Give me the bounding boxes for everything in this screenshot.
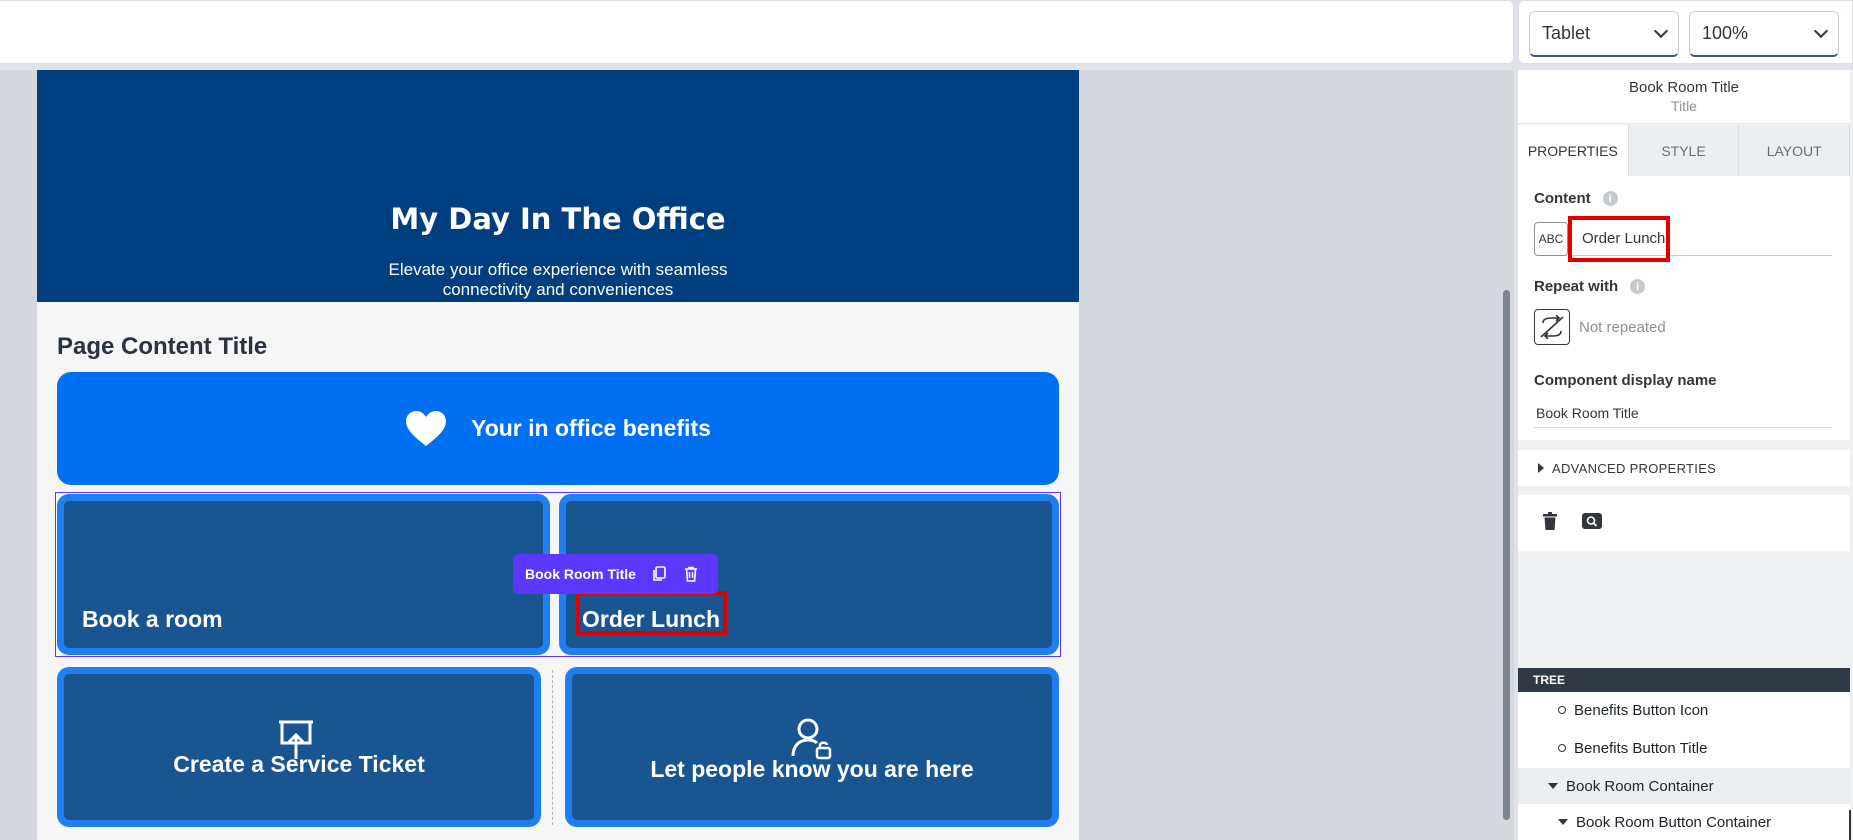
tree-item-label: Benefits Button Title: [1574, 739, 1708, 757]
tab-properties[interactable]: PROPERTIES: [1518, 125, 1629, 176]
info-icon[interactable]: i: [1630, 279, 1646, 294]
hero-title[interactable]: My Day In The Office: [37, 202, 1079, 236]
copy-icon[interactable]: [650, 565, 668, 583]
editor-canvas: My Day In The Office Elevate your office…: [0, 70, 1514, 840]
component-toolbar: Book Room Title: [513, 554, 718, 594]
heart-icon: [406, 410, 447, 446]
page-preview: My Day In The Office Elevate your office…: [37, 70, 1079, 840]
tree-item[interactable]: Book Room Container: [1518, 768, 1850, 804]
device-select[interactable]: Tablet: [1529, 11, 1679, 57]
panel-scrollbar[interactable]: [1849, 810, 1851, 840]
component-toolbar-label: Book Room Title: [525, 566, 636, 582]
chevron-down-icon: [1653, 23, 1669, 39]
tree-item-label: Book Room Button Container: [1576, 813, 1772, 831]
zoom-select-value: 100%: [1702, 23, 1749, 43]
column-divider: [552, 670, 553, 825]
device-select-value: Tablet: [1542, 23, 1591, 43]
info-icon[interactable]: i: [1602, 191, 1618, 206]
benefits-button[interactable]: Your in office benefits: [57, 372, 1059, 485]
text-type-icon: ABC: [1534, 222, 1568, 256]
display-name-input[interactable]: Book Room Title: [1534, 398, 1832, 428]
presence-title[interactable]: Let people know you are here: [572, 756, 1052, 783]
service-ticket-title[interactable]: Create a Service Ticket: [64, 751, 534, 778]
repeat-label-row: Repeat with i: [1534, 278, 1646, 295]
highlight-box: [576, 591, 727, 635]
tree-item-label: Book Room Container: [1566, 777, 1714, 795]
component-tree: Benefits Button Icon Benefits Button Tit…: [1518, 692, 1850, 840]
highlight-box: [1568, 216, 1670, 262]
leaf-node-icon: [1558, 744, 1566, 752]
repeat-off-icon[interactable]: [1534, 309, 1570, 345]
caret-down-icon[interactable]: [1548, 783, 1558, 789]
book-room-button[interactable]: Book a room: [57, 494, 550, 655]
caret-down-icon[interactable]: [1558, 819, 1568, 825]
content-label-row: Content i: [1534, 190, 1618, 207]
properties-panel: Book Room Title Title PROPERTIES STYLE L…: [1518, 70, 1853, 840]
properties-section: Content i ABC Order Lunch Repeat with i …: [1518, 176, 1850, 440]
page-content-title[interactable]: Page Content Title: [57, 333, 267, 361]
inspect-icon[interactable]: [1582, 512, 1602, 534]
tree-item[interactable]: Book Room Button Container: [1518, 804, 1850, 840]
tree-item[interactable]: Benefits Button Icon: [1518, 692, 1850, 728]
canvas-scrollbar[interactable]: [1503, 290, 1510, 820]
trash-icon[interactable]: [1542, 511, 1558, 535]
selected-component-type: Title: [1671, 98, 1697, 114]
repeat-label: Repeat with: [1534, 278, 1619, 295]
leaf-node-icon: [1558, 706, 1566, 714]
tree-item[interactable]: Benefits Button Title: [1518, 730, 1850, 766]
zoom-select[interactable]: 100%: [1689, 11, 1839, 57]
book-room-title[interactable]: Book a room: [82, 606, 223, 633]
caret-right-icon: [1538, 463, 1544, 473]
display-name-label: Component display name: [1534, 372, 1717, 389]
tab-style[interactable]: STYLE: [1629, 125, 1740, 176]
tab-layout[interactable]: LAYOUT: [1739, 125, 1851, 176]
benefits-button-title[interactable]: Your in office benefits: [471, 415, 711, 442]
hero-banner[interactable]: My Day In The Office Elevate your office…: [37, 70, 1079, 302]
delete-icon[interactable]: [682, 565, 700, 583]
service-ticket-button[interactable]: Create a Service Ticket: [57, 667, 541, 827]
tree-item-label: Benefits Button Icon: [1574, 701, 1709, 719]
panel-header: Book Room Title Title: [1518, 70, 1850, 124]
hero-subtitle[interactable]: Elevate your office experience with seam…: [367, 260, 749, 300]
component-actions: [1518, 495, 1850, 551]
repeat-value: Not repeated: [1579, 319, 1666, 336]
tree-header: TREE: [1518, 668, 1850, 692]
advanced-properties-label: ADVANCED PROPERTIES: [1552, 460, 1717, 476]
chevron-down-icon: [1813, 23, 1829, 39]
panel-tabs: PROPERTIES STYLE LAYOUT: [1518, 125, 1851, 176]
content-label: Content: [1534, 190, 1591, 207]
top-toolbar: [0, 0, 1514, 64]
selected-component-name: Book Room Title: [1628, 79, 1740, 96]
preview-controls: Tablet 100%: [1518, 0, 1853, 64]
advanced-properties-toggle[interactable]: ADVANCED PROPERTIES: [1518, 450, 1850, 486]
presence-button[interactable]: Let people know you are here: [565, 667, 1059, 827]
person-lock-icon: [791, 718, 832, 760]
